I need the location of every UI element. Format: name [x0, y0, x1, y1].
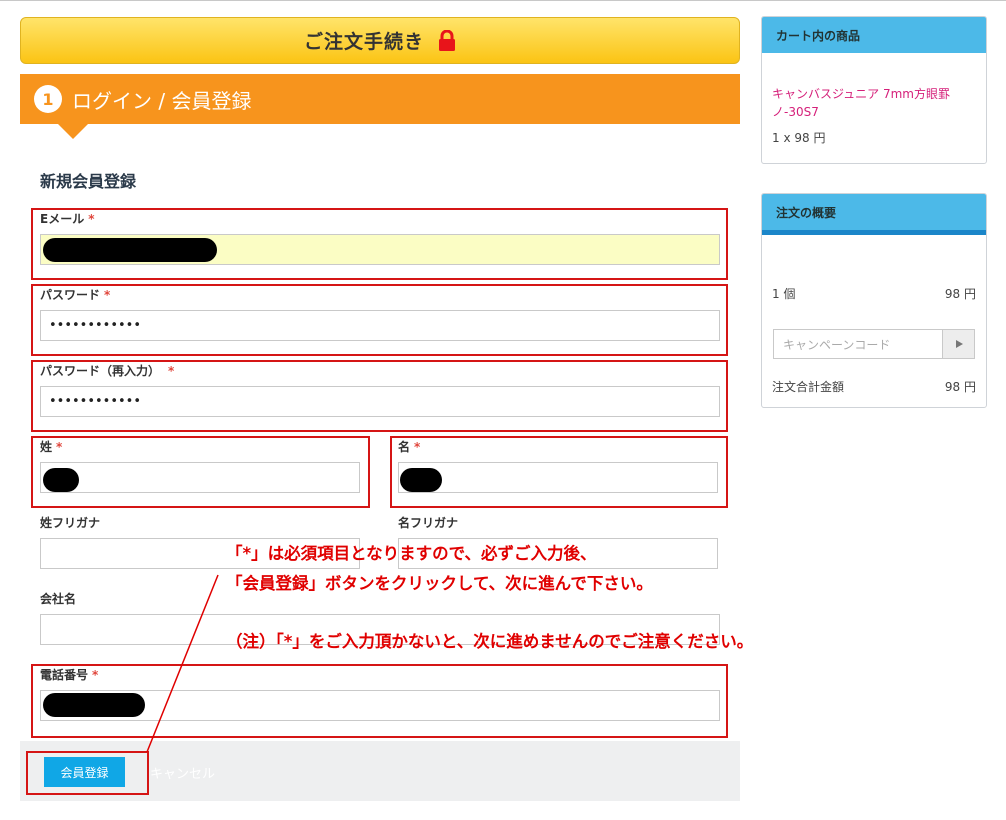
- item-count-row: 1 個 98 円: [772, 285, 976, 302]
- annotation-line-1: 「*」は必須項目となりますので、必ずご入力後、: [226, 544, 597, 563]
- annotation-line-2: 「会員登録」ボタンをクリックして、次に進んで下さい。: [226, 574, 653, 593]
- summary-panel-title: 注文の概要: [762, 194, 986, 235]
- cart-item-link[interactable]: キャンバスジュニア 7mm方眼罫ノ-30S7: [772, 85, 968, 121]
- item-count-label: 1 個: [772, 287, 796, 301]
- campaign-code-input[interactable]: キャンペーンコード: [773, 329, 943, 359]
- order-total-label: 注文合計金額: [772, 380, 845, 394]
- annotation-line-3: （注）「*」をご入力頂かないと、次に進めませんのでご注意ください。: [226, 632, 754, 651]
- cart-panel: カート内の商品 キャンバスジュニア 7mm方眼罫ノ-30S7 1 x 98 円: [761, 16, 987, 164]
- summary-panel: 注文の概要 1 個 98 円 キャンペーンコード 注文合計金額 98 円: [761, 193, 987, 408]
- cart-item-qty: 1 x 98 円: [772, 131, 826, 145]
- campaign-code-placeholder: キャンペーンコード: [783, 337, 891, 352]
- order-total-value: 98 円: [944, 380, 976, 394]
- order-total-row: 注文合計金額 98 円: [772, 378, 976, 395]
- cart-panel-title: カート内の商品: [762, 17, 986, 53]
- play-icon: [955, 340, 963, 348]
- item-count-value: 98 円: [944, 287, 976, 301]
- campaign-apply-button[interactable]: [942, 329, 975, 359]
